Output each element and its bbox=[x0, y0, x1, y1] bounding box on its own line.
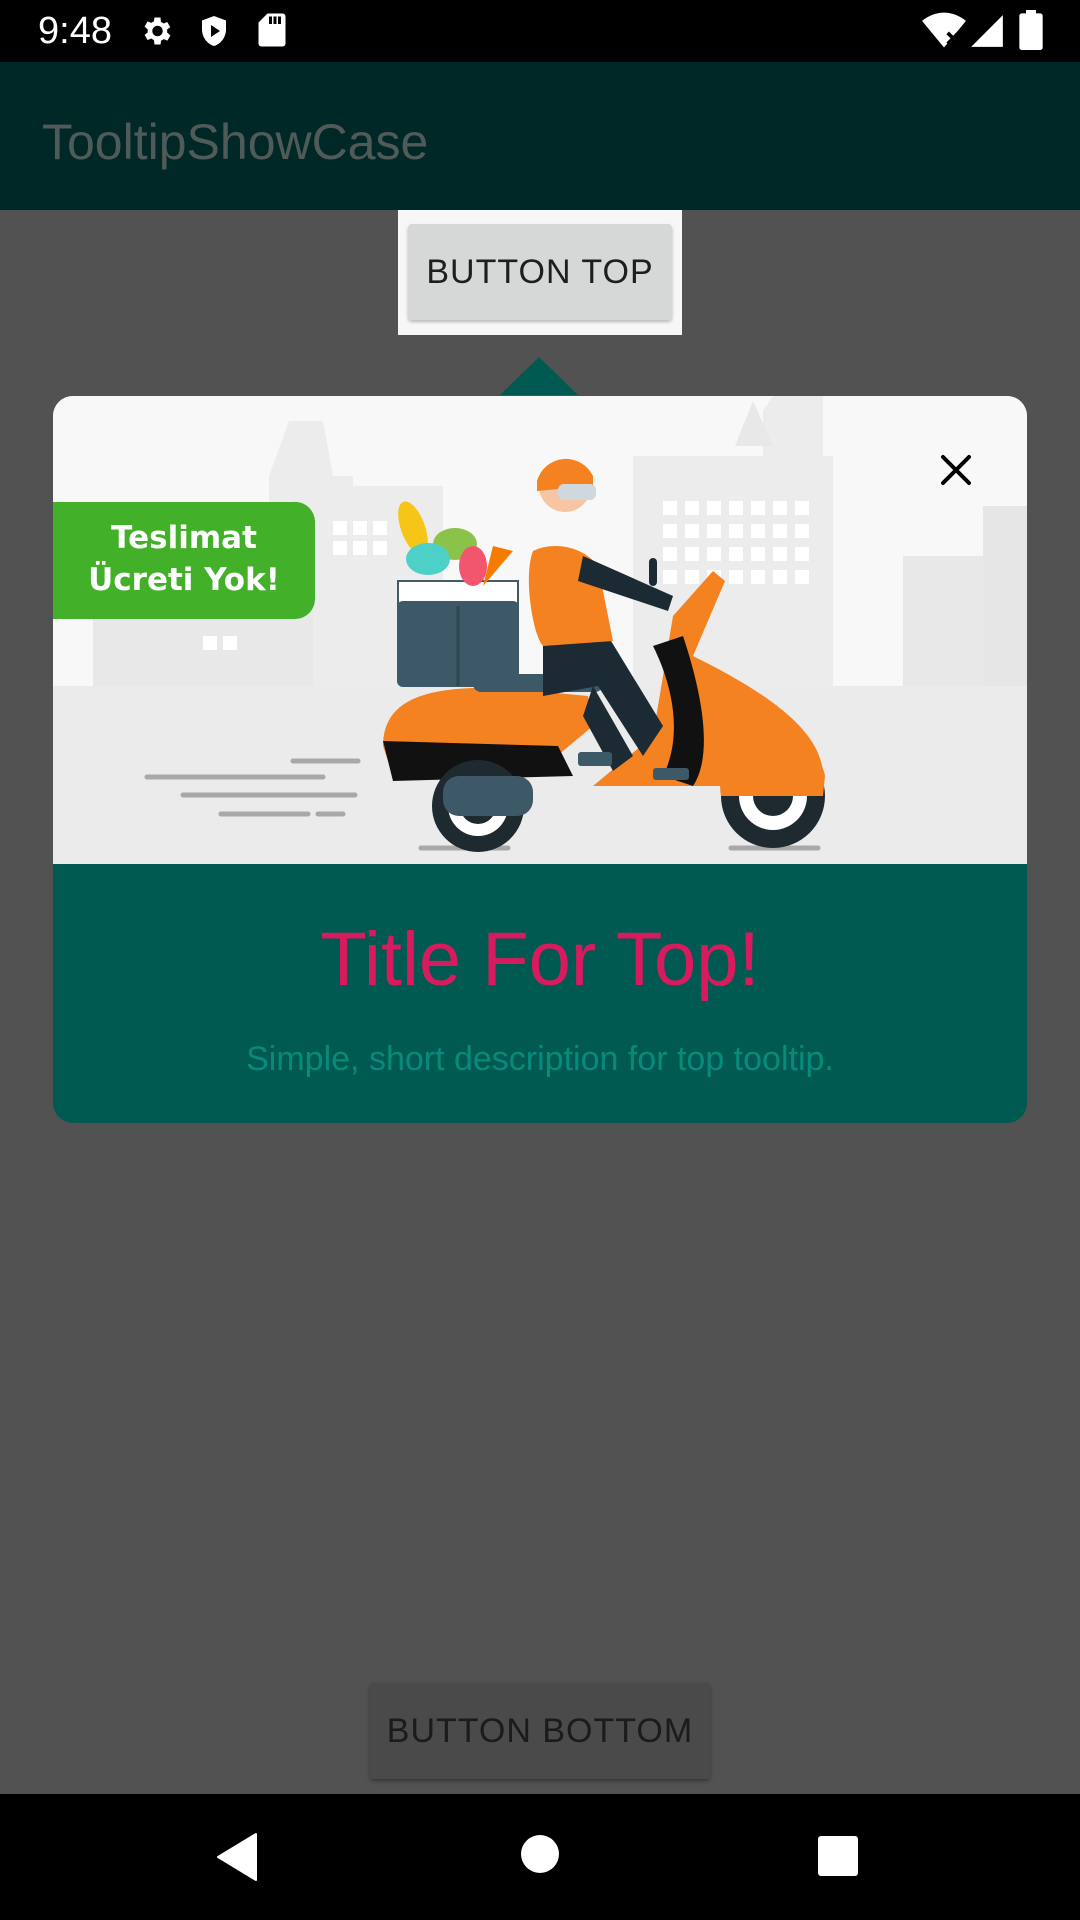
shield-play-icon bbox=[202, 16, 226, 46]
top-button[interactable]: BUTTON TOP bbox=[408, 224, 672, 320]
tooltip-arrow bbox=[500, 357, 578, 395]
status-time: 9:48 bbox=[38, 10, 112, 52]
home-icon[interactable] bbox=[520, 1834, 560, 1874]
battery-icon bbox=[1019, 10, 1043, 50]
app-bar: TooltipShowCase bbox=[0, 62, 1080, 210]
tooltip-title: Title For Top! bbox=[320, 917, 760, 1002]
gear-icon bbox=[144, 17, 171, 45]
nav-bar bbox=[0, 1794, 1080, 1920]
delivery-scooter-illustration bbox=[53, 396, 1027, 864]
badge-line2: Ücreti Yok! bbox=[88, 562, 280, 598]
sd-card-icon bbox=[258, 13, 286, 47]
back-icon[interactable] bbox=[216, 1832, 260, 1882]
app-title: TooltipShowCase bbox=[42, 114, 429, 170]
recents-icon[interactable] bbox=[818, 1836, 858, 1876]
badge-line1: Teslimat bbox=[111, 520, 257, 556]
wifi-icon bbox=[922, 12, 966, 48]
status-bar: 9:48 bbox=[0, 0, 1080, 62]
signal-icon bbox=[971, 15, 1003, 47]
tooltip-card: Teslimat Ücreti Yok! bbox=[53, 396, 1027, 1123]
close-icon[interactable] bbox=[926, 440, 986, 500]
tooltip-description: Simple, short description for top toolti… bbox=[246, 1040, 834, 1078]
bottom-button[interactable]: BUTTON BOTTOM bbox=[370, 1683, 710, 1779]
